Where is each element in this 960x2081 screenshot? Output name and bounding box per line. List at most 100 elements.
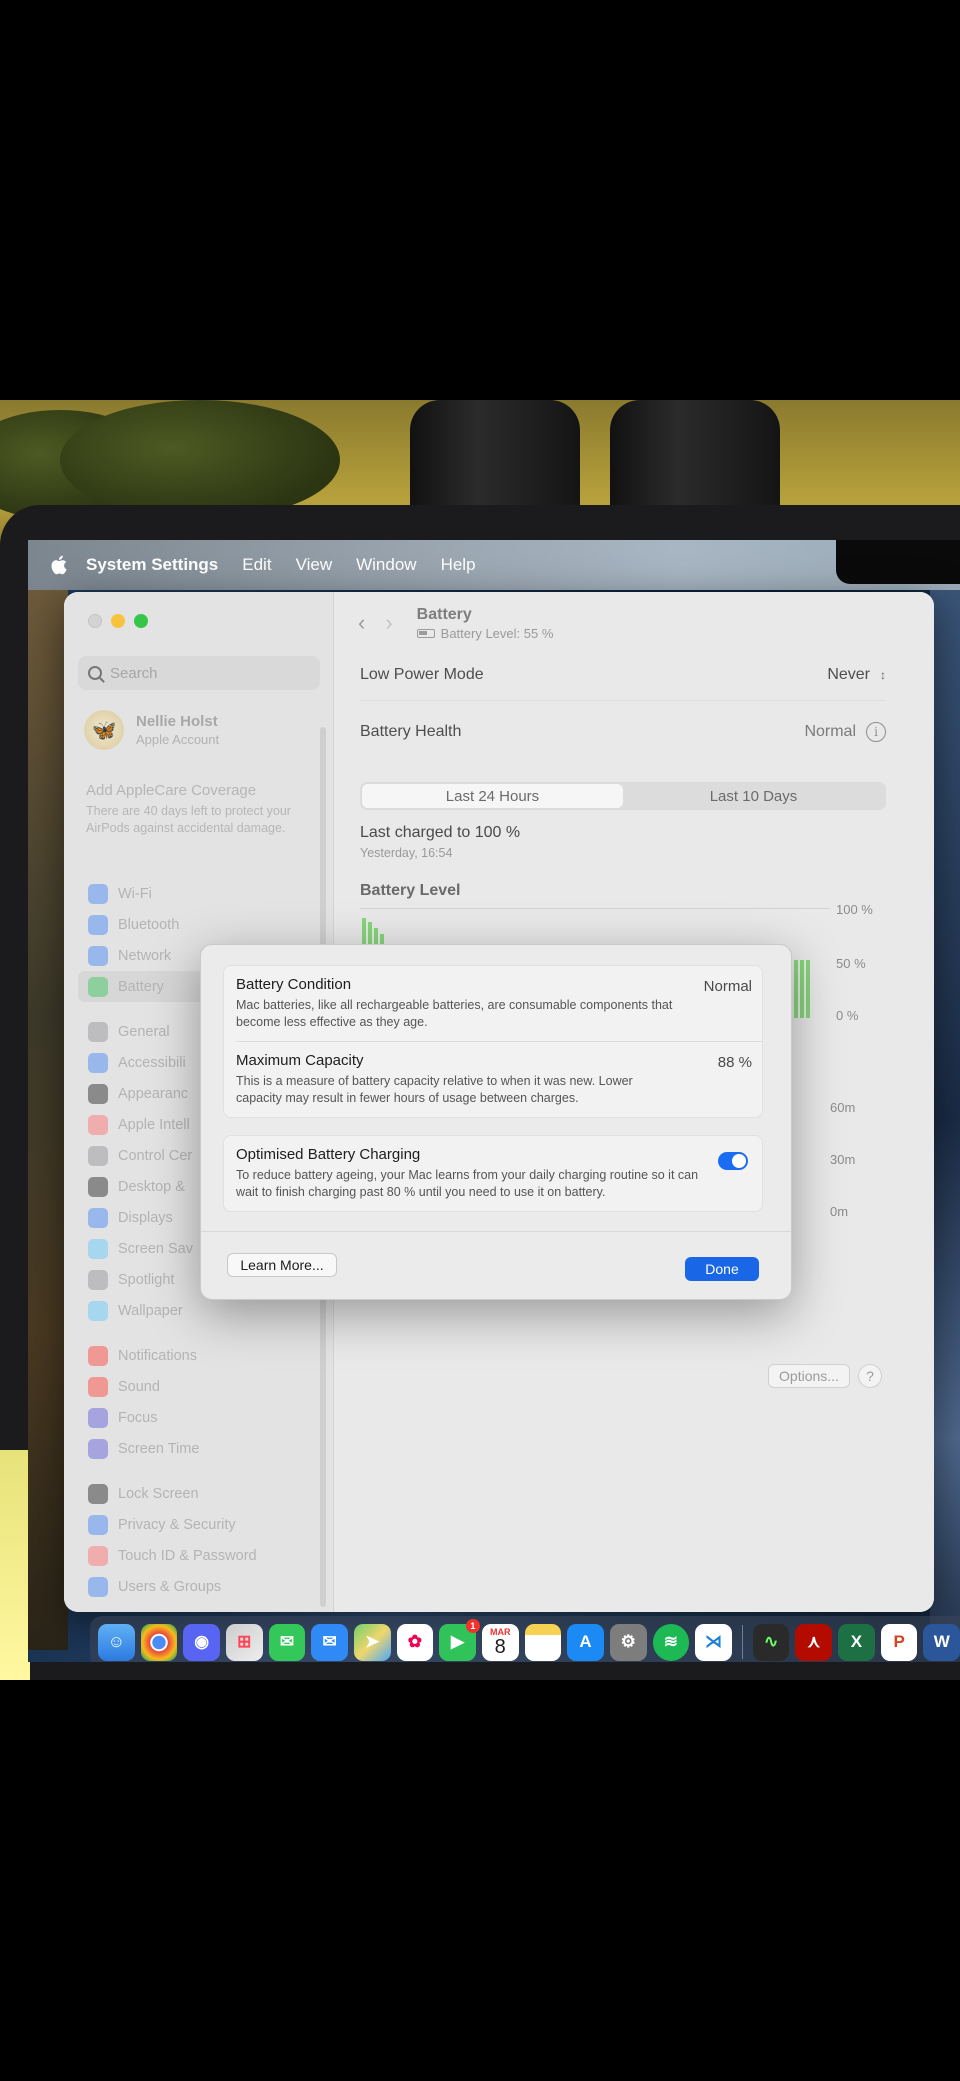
zoom-button[interactable]	[134, 614, 148, 628]
page-title: Battery	[416, 606, 472, 623]
sidebar-item-sound[interactable]: Sound	[78, 1371, 318, 1402]
done-button[interactable]: Done	[685, 1257, 759, 1281]
sidebar-item-label: Sound	[118, 1378, 160, 1395]
sidebar-item-screen-time[interactable]: Screen Time	[78, 1433, 318, 1464]
apple-account[interactable]: 🦋 Nellie Holst Apple Account	[84, 710, 219, 750]
messages-icon[interactable]: ✉	[268, 1623, 306, 1661]
menu-help[interactable]: Help	[441, 555, 476, 575]
info-icon[interactable]: i	[866, 722, 886, 742]
sidebar-item-lock-screen[interactable]: Lock Screen	[78, 1478, 318, 1509]
sidebar-item-label: Network	[118, 947, 172, 964]
discord-icon[interactable]: ◉	[183, 1623, 220, 1661]
back-icon[interactable]: ‹	[358, 612, 365, 634]
chevron-updown-icon: ↕	[880, 668, 886, 682]
wallpaper-icon	[88, 1300, 108, 1321]
battery-health-sheet: Battery Condition Mac batteries, like al…	[200, 944, 792, 1300]
app-store-icon[interactable]: A	[567, 1623, 604, 1661]
system-settings-icon[interactable]: ⚙	[609, 1623, 647, 1661]
low-power-row: Low Power Mode Never ↕	[360, 666, 886, 684]
sidebar-item-label: Lock Screen	[118, 1485, 199, 1502]
chart-bar	[806, 960, 810, 1018]
hand-icon	[88, 1514, 108, 1535]
maps-icon[interactable]: ➤	[353, 1623, 391, 1661]
sidebar-item-privacy-security[interactable]: Privacy & Security	[78, 1509, 318, 1540]
tab-last-10-days[interactable]: Last 10 Days	[623, 784, 884, 808]
sidebar-group: Notifications Sound Focus Screen Time	[78, 1340, 318, 1464]
menu-app-name[interactable]: System Settings	[86, 555, 218, 575]
optimised-charging-toggle[interactable]	[718, 1152, 748, 1170]
apple-intelligence-icon	[88, 1114, 108, 1135]
spotlight-icon	[88, 1269, 108, 1290]
close-button[interactable]	[88, 614, 102, 628]
chrome-icon[interactable]	[140, 1623, 178, 1661]
camera-notch	[836, 540, 960, 584]
sidebar-item-focus[interactable]: Focus	[78, 1402, 318, 1433]
low-power-label: Low Power Mode	[360, 666, 484, 683]
chart-title: Battery Level	[360, 882, 461, 899]
minimize-button[interactable]	[111, 614, 125, 628]
condition-capacity-card: Battery Condition Mac batteries, like al…	[223, 965, 763, 1118]
usage-tick-60m: 60m	[830, 1100, 856, 1115]
battery-condition-value: Normal	[703, 978, 752, 995]
sidebar-item-users-groups[interactable]: Users & Groups	[78, 1571, 318, 1602]
menu-edit[interactable]: Edit	[242, 555, 271, 575]
sidebar-item-label: Displays	[118, 1209, 173, 1226]
forward-icon[interactable]: ›	[385, 612, 392, 634]
battery-condition-row: Battery Condition Mac batteries, like al…	[224, 966, 762, 1041]
accessibility-icon	[88, 1052, 108, 1073]
control-centre-icon	[88, 1145, 108, 1166]
help-button[interactable]: ?	[858, 1364, 882, 1388]
sidebar-item-label: Bluetooth	[118, 916, 180, 933]
low-power-select[interactable]: Never ↕	[827, 666, 886, 684]
apple-icon[interactable]	[50, 554, 70, 576]
focus-icon	[88, 1407, 108, 1428]
vscode-icon[interactable]: ⋊	[695, 1623, 732, 1661]
activity-monitor-icon[interactable]: ∿	[752, 1623, 790, 1661]
excel-icon[interactable]: X	[838, 1623, 875, 1661]
optimised-charging-row: Optimised Battery Charging To reduce bat…	[224, 1136, 762, 1211]
notifications-icon	[88, 1345, 108, 1366]
calendar-icon[interactable]: MAR 8	[481, 1623, 519, 1661]
acrobat-icon[interactable]: ⋏	[795, 1623, 833, 1661]
last-charged-time: Yesterday, 16:54	[360, 846, 453, 860]
sound-icon	[88, 1376, 108, 1397]
photos-icon[interactable]: ✿	[396, 1623, 434, 1661]
sidebar-item-label: Notifications	[118, 1347, 197, 1364]
plant-leaf	[60, 400, 340, 520]
account-name: Nellie Holst	[136, 713, 218, 730]
desk-glow	[0, 1450, 30, 1680]
titlebar: ‹ › Battery Battery Level: 55 %	[358, 606, 553, 641]
spotify-icon[interactable]: ≋	[652, 1623, 690, 1661]
applecare-title: Add AppleCare Coverage	[86, 782, 257, 799]
options-button[interactable]: Options...	[768, 1364, 850, 1388]
finder-icon[interactable]: ☺	[98, 1623, 135, 1661]
screen-time-icon	[88, 1438, 108, 1459]
applecare-banner[interactable]: Add AppleCare Coverage There are 40 days…	[86, 782, 306, 837]
menu-view[interactable]: View	[296, 555, 333, 575]
sidebar-item-touch-id-password[interactable]: Touch ID & Password	[78, 1540, 318, 1571]
facetime-icon[interactable]: ▶ 1	[439, 1618, 480, 1661]
sidebar-item-bluetooth[interactable]: Bluetooth	[78, 909, 318, 940]
gear-icon	[88, 1021, 108, 1042]
search-placeholder: Search	[110, 664, 158, 682]
usage-tick-30m: 30m	[830, 1152, 856, 1167]
menu-window[interactable]: Window	[356, 555, 416, 575]
dock-separator	[741, 1625, 743, 1659]
globe-icon	[88, 945, 108, 966]
last-charged-text: Last charged to 100 %	[360, 824, 521, 841]
sidebar-item-notifications[interactable]: Notifications	[78, 1340, 318, 1371]
launchpad-icon[interactable]: ⊞	[225, 1623, 263, 1661]
notes-icon[interactable]	[524, 1623, 562, 1661]
tab-last-24-hours[interactable]: Last 24 Hours	[362, 784, 623, 808]
sidebar-item-wi-fi[interactable]: Wi-Fi	[78, 878, 318, 909]
dock: ☺ ◉ ⊞ ✉ ✉ ➤ ✿ ▶ 1 MAR 8 A ⚙ ≋ ⋊ ∿ ⋏ X P …	[90, 1616, 960, 1662]
time-range-tabs: Last 24 Hours Last 10 Days	[360, 782, 886, 810]
word-icon[interactable]: W	[923, 1623, 960, 1661]
menu-bar: System Settings Edit View Window Help	[28, 540, 960, 590]
mail-icon[interactable]: ✉	[311, 1623, 348, 1661]
powerpoint-icon[interactable]: P	[880, 1623, 918, 1661]
search-input[interactable]: Search	[78, 656, 320, 690]
learn-more-button[interactable]: Learn More...	[227, 1253, 337, 1277]
battery-condition-title: Battery Condition	[236, 976, 352, 993]
sidebar-item-label: Users & Groups	[118, 1578, 222, 1595]
